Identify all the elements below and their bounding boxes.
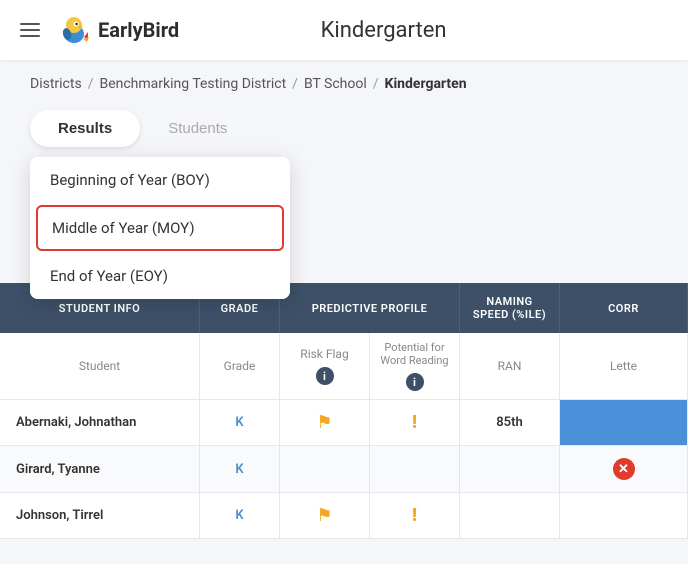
cell-risk-flag xyxy=(280,446,370,492)
cell-risk-flag: ⚑ xyxy=(280,493,370,538)
table-row: Johnson, Tirrel K ⚑ ! xyxy=(0,493,688,539)
logo-text: EarlyBird xyxy=(98,18,179,42)
page-title: Kindergarten xyxy=(321,18,527,43)
cell-grade: K xyxy=(200,446,280,492)
th-naming-speed: NAMING SPEED (%ILE) xyxy=(460,283,560,333)
dropdown-item-eoy[interactable]: End of Year (EOY) xyxy=(30,253,290,299)
logo-area: EarlyBird xyxy=(56,12,179,48)
dropdown-item-moy[interactable]: Middle of Year (MOY) xyxy=(36,205,284,251)
breadcrumb-districts[interactable]: Districts xyxy=(30,76,82,92)
yellow-flag-icon: ⚑ xyxy=(316,412,332,433)
cell-grade: K xyxy=(200,493,280,538)
exclamation-icon: ! xyxy=(412,412,417,433)
cell-naming: 85th xyxy=(460,400,560,445)
earlybird-logo-icon xyxy=(56,12,92,48)
cell-potential: ! xyxy=(370,400,460,445)
period-dropdown: Beginning of Year (BOY) Middle of Year (… xyxy=(30,157,290,299)
cell-potential: ! xyxy=(370,493,460,538)
exclamation-icon: ! xyxy=(412,505,417,526)
app-header: EarlyBird Kindergarten xyxy=(0,0,688,60)
dropdown-item-boy[interactable]: Beginning of Year (BOY) xyxy=(30,157,290,203)
breadcrumb-sep-3: / xyxy=(373,76,379,92)
sub-th-ran: RAN xyxy=(460,333,560,399)
breadcrumb: Districts / Benchmarking Testing Distric… xyxy=(0,60,688,102)
th-predictive-profile: PREDICTIVE PROFILE xyxy=(280,283,460,333)
table-sub-header: Student Grade Risk Flag i Potential for … xyxy=(0,333,688,400)
breadcrumb-bt-school[interactable]: BT School xyxy=(304,76,367,92)
cell-naming xyxy=(460,493,560,538)
risk-flag-info-icon[interactable]: i xyxy=(316,367,334,385)
sub-th-risk-flag: Risk Flag i xyxy=(280,333,370,399)
cell-corr: ✕ xyxy=(560,446,688,492)
breadcrumb-sep-2: / xyxy=(292,76,298,92)
potential-info-icon[interactable]: i xyxy=(406,373,424,391)
results-table: STUDENT INFO GRADE PREDICTIVE PROFILE NA… xyxy=(0,283,688,539)
cell-grade: K xyxy=(200,400,280,445)
tab-results[interactable]: Results xyxy=(30,110,140,147)
cell-risk-flag: ⚑ xyxy=(280,400,370,445)
breadcrumb-testing-district[interactable]: Benchmarking Testing District xyxy=(99,76,286,92)
hamburger-menu[interactable] xyxy=(20,23,40,37)
cell-corr xyxy=(560,493,688,538)
tab-bar: Results Students xyxy=(0,102,688,147)
sub-th-potential: Potential for Word Reading i xyxy=(370,333,460,399)
yellow-flag-icon: ⚑ xyxy=(316,505,332,526)
x-circle-icon: ✕ xyxy=(613,458,635,480)
cell-student-name: Abernaki, Johnathan xyxy=(0,400,200,445)
main-content: Beginning of Year (BOY) Middle of Year (… xyxy=(0,147,688,539)
cell-potential xyxy=(370,446,460,492)
cell-student-name: Johnson, Tirrel xyxy=(0,493,200,538)
table-row: Abernaki, Johnathan K ⚑ ! 85th xyxy=(0,400,688,446)
breadcrumb-current: Kindergarten xyxy=(385,76,467,92)
breadcrumb-sep-1: / xyxy=(88,76,94,92)
cell-corr xyxy=(560,400,688,445)
sub-th-grade: Grade xyxy=(200,333,280,399)
table-row: Girard, Tyanne K ✕ xyxy=(0,446,688,493)
sub-th-student: Student xyxy=(0,333,200,399)
cell-student-name: Girard, Tyanne xyxy=(0,446,200,492)
tab-students[interactable]: Students xyxy=(140,110,255,147)
th-corr: CORR xyxy=(560,283,688,333)
cell-naming xyxy=(460,446,560,492)
sub-th-letter: Lette xyxy=(560,333,688,399)
